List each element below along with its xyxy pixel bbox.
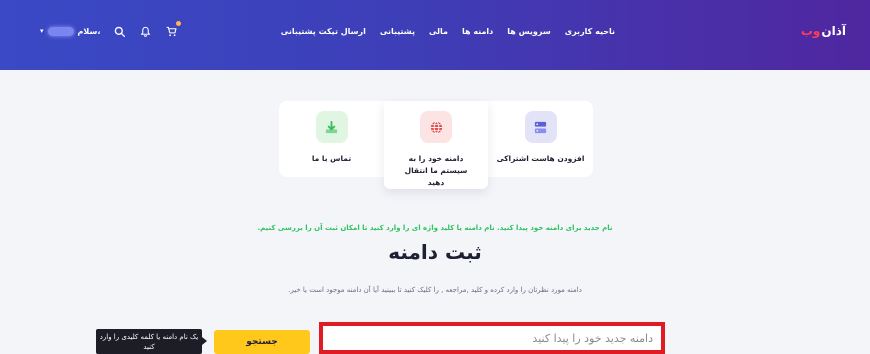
domain-search-input[interactable] (323, 326, 661, 350)
cart-badge (176, 21, 182, 26)
search-button[interactable]: جستجو (214, 330, 310, 354)
site-header: آذان وب ناحیه کاربری سرویس ها دامنه ها م… (0, 0, 870, 70)
nav-item-open-ticket[interactable]: ارسال تیکت پشتیبانی (281, 27, 366, 36)
download-icon (315, 111, 348, 143)
card-contact-us[interactable]: تماس با ما (279, 101, 384, 177)
page-description: دامنه مورد نظرتان را وارد کرده و کلید ,م… (288, 286, 582, 294)
main-nav: ناحیه کاربری سرویس ها دامنه ها مالی پشتی… (281, 27, 615, 36)
card-label: تماس با ما (311, 154, 352, 163)
shortcut-cards: افزودن هاست اشتراکی دامنه خود را به سیست… (279, 101, 593, 189)
header-tools: ▾ سلام، (40, 21, 182, 38)
search-icon[interactable] (112, 24, 126, 38)
logo-accent: وب (800, 24, 821, 38)
cart-icon[interactable] (164, 21, 182, 38)
card-label: دامنه خود را به سیستم ما انتقال دهید (404, 154, 468, 187)
logo-text: آذان (821, 24, 846, 38)
card-add-hosting[interactable]: افزودن هاست اشتراکی (488, 101, 593, 177)
logo[interactable]: آذان وب (801, 24, 846, 38)
nav-item-user-area[interactable]: ناحیه کاربری (565, 27, 615, 36)
nav-item-domains[interactable]: دامنه ها (462, 27, 493, 36)
greeting: سلام، (77, 26, 101, 36)
nav-item-support[interactable]: پشتیبانی (380, 27, 415, 36)
bell-icon[interactable] (138, 24, 152, 38)
nav-item-billing[interactable]: مالی (429, 27, 448, 36)
search-tooltip: یک نام دامنه یا کلمه کلیدی را وارد کنید (96, 329, 207, 354)
nav-item-services[interactable]: سرویس ها (507, 27, 550, 36)
card-transfer-domain[interactable]: دامنه خود را به سیستم ما انتقال دهید (384, 101, 488, 189)
card-label: افزودن هاست اشتراکی (496, 154, 585, 163)
user-menu[interactable]: ▾ سلام، (40, 26, 101, 36)
chevron-down-icon: ▾ (40, 27, 44, 35)
server-icon (524, 111, 557, 143)
domain-search-box (319, 322, 665, 354)
page-title: ثبت دامنه (388, 240, 482, 264)
page-subtitle: نام جدید برای دامنه خود پیدا کنید. نام د… (257, 224, 613, 232)
username-redacted (47, 26, 74, 36)
globe-icon (420, 111, 452, 143)
